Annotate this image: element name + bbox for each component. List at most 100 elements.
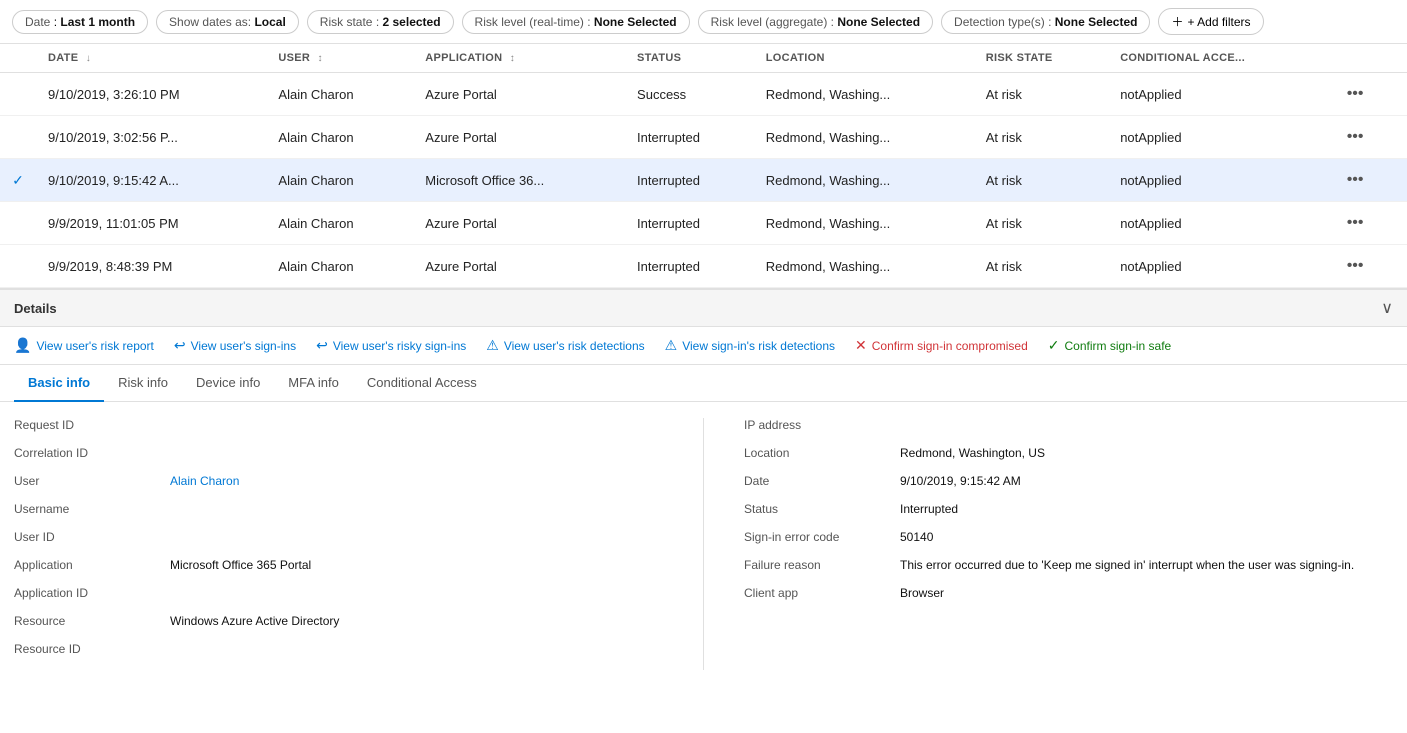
detail-value: 50140 (900, 530, 1393, 544)
check-mark-icon: ✓ (12, 172, 24, 188)
risk-state-filter[interactable]: Risk state : 2 selected (307, 10, 454, 34)
risk-state-column-header[interactable]: RISK STATE (974, 44, 1108, 73)
detail-row: Client appBrowser (744, 586, 1393, 600)
table-row[interactable]: ✓9/10/2019, 9:15:42 A...Alain CharonMicr… (0, 159, 1407, 202)
application-cell: Microsoft Office 36... (413, 159, 625, 202)
sign-ins-table-container: DATE ↓ USER ↕ APPLICATION ↕ STATUS LOCAT… (0, 44, 1407, 288)
row-ellipsis-button[interactable]: ••• (1341, 255, 1370, 277)
date-cell: 9/9/2019, 11:01:05 PM (36, 202, 266, 245)
status-column-header[interactable]: STATUS (625, 44, 754, 73)
table-row[interactable]: 9/9/2019, 11:01:05 PMAlain CharonAzure P… (0, 202, 1407, 245)
sign-ins-table: DATE ↓ USER ↕ APPLICATION ↕ STATUS LOCAT… (0, 44, 1407, 288)
detail-label: Client app (744, 586, 884, 600)
detail-label: Status (744, 502, 884, 516)
row-checkbox[interactable] (0, 202, 36, 245)
location-cell: Redmond, Washing... (754, 159, 974, 202)
status-cell: Success (625, 73, 754, 116)
view-sign-in-detections-icon: ⚠ (665, 337, 678, 354)
detail-value[interactable]: Alain Charon (170, 474, 663, 488)
detail-label: Application ID (14, 586, 154, 600)
conditional-access-cell: notApplied (1108, 116, 1329, 159)
show-dates-filter[interactable]: Show dates as: Local (156, 10, 299, 34)
action-confirm-compromised[interactable]: ✕Confirm sign-in compromised (855, 337, 1028, 354)
detail-row: Date9/10/2019, 9:15:42 AM (744, 474, 1393, 488)
detection-types-filter[interactable]: Detection type(s) : None Selected (941, 10, 1150, 34)
action-confirm-safe[interactable]: ✓Confirm sign-in safe (1048, 337, 1171, 354)
detail-label: User (14, 474, 154, 488)
action-view-risky-sign-ins[interactable]: ↩View user's risky sign-ins (316, 337, 466, 354)
location-column-header[interactable]: LOCATION (754, 44, 974, 73)
row-checkbox[interactable]: ✓ (0, 159, 36, 202)
row-actions-cell[interactable]: ••• (1329, 159, 1407, 202)
row-checkbox[interactable] (0, 245, 36, 288)
detail-value (170, 502, 663, 516)
detail-row: Sign-in error code 50140 (744, 530, 1393, 544)
detail-left-col: Request IDCorrelation IDUserAlain Charon… (14, 418, 663, 670)
row-ellipsis-button[interactable]: ••• (1341, 126, 1370, 148)
tab-conditional-access[interactable]: Conditional Access (353, 365, 491, 402)
row-checkbox[interactable] (0, 73, 36, 116)
detail-label: Correlation ID (14, 446, 154, 460)
row-ellipsis-button[interactable]: ••• (1341, 83, 1370, 105)
tab-risk-info[interactable]: Risk info (104, 365, 182, 402)
tab-mfa-info[interactable]: MFA info (274, 365, 353, 402)
conditional-access-column-header[interactable]: CONDITIONAL ACCE... (1108, 44, 1329, 73)
detail-row: Application ID (14, 586, 663, 600)
action-view-sign-in-detections[interactable]: ⚠View sign-in's risk detections (665, 337, 835, 354)
status-cell: Interrupted (625, 116, 754, 159)
view-sign-ins-icon: ↩ (174, 337, 186, 354)
user-cell: Alain Charon (266, 202, 413, 245)
action-bar: 👤View user's risk report ↩View user's sig… (0, 327, 1407, 365)
table-row[interactable]: 9/10/2019, 3:26:10 PMAlain CharonAzure P… (0, 73, 1407, 116)
detail-label: User ID (14, 530, 154, 544)
risk-level-realtime-filter[interactable]: Risk level (real-time) : None Selected (462, 10, 690, 34)
detail-value (170, 418, 663, 432)
details-header[interactable]: Details ∨ (0, 290, 1407, 327)
table-row[interactable]: 9/10/2019, 3:02:56 P...Alain CharonAzure… (0, 116, 1407, 159)
application-column-header[interactable]: APPLICATION ↕ (413, 44, 625, 73)
conditional-access-cell: notApplied (1108, 73, 1329, 116)
details-chevron-icon: ∨ (1381, 298, 1393, 318)
view-risk-detections-label: View user's risk detections (504, 339, 645, 353)
confirm-safe-label: Confirm sign-in safe (1065, 339, 1172, 353)
row-actions-cell[interactable]: ••• (1329, 73, 1407, 116)
user-cell: Alain Charon (266, 159, 413, 202)
date-column-header[interactable]: DATE ↓ (36, 44, 266, 73)
view-risky-sign-ins-label: View user's risky sign-ins (333, 339, 466, 353)
row-actions-cell[interactable]: ••• (1329, 116, 1407, 159)
action-view-sign-ins[interactable]: ↩View user's sign-ins (174, 337, 296, 354)
row-actions-cell[interactable]: ••• (1329, 245, 1407, 288)
detail-row: LocationRedmond, Washington, US (744, 446, 1393, 460)
view-risk-report-label: View user's risk report (36, 339, 153, 353)
confirm-compromised-icon: ✕ (855, 337, 867, 354)
detail-content: Request IDCorrelation IDUserAlain Charon… (0, 402, 1407, 686)
detail-row: Correlation ID (14, 446, 663, 460)
detail-value: 9/10/2019, 9:15:42 AM (900, 474, 1393, 488)
user-column-header[interactable]: USER ↕ (266, 44, 413, 73)
add-filters-button[interactable]: ＋ + Add filters (1158, 8, 1263, 35)
status-cell: Interrupted (625, 245, 754, 288)
action-view-risk-report[interactable]: 👤View user's risk report (14, 337, 154, 354)
status-cell: Interrupted (625, 202, 754, 245)
tab-device-info[interactable]: Device info (182, 365, 274, 402)
action-view-risk-detections[interactable]: ⚠View user's risk detections (486, 337, 644, 354)
select-all-header[interactable] (0, 44, 36, 73)
detail-row: Failure reasonThis error occurred due to… (744, 558, 1393, 572)
risk-level-aggregate-filter[interactable]: Risk level (aggregate) : None Selected (698, 10, 933, 34)
row-actions-cell[interactable]: ••• (1329, 202, 1407, 245)
row-ellipsis-button[interactable]: ••• (1341, 212, 1370, 234)
date-cell: 9/9/2019, 8:48:39 PM (36, 245, 266, 288)
tab-basic-info[interactable]: Basic info (14, 365, 104, 402)
location-cell: Redmond, Washing... (754, 202, 974, 245)
actions-column-header (1329, 44, 1407, 73)
detail-row: User ID (14, 530, 663, 544)
add-filters-icon: ＋ (1171, 13, 1183, 30)
date-filter[interactable]: Date : Last 1 month (12, 10, 148, 34)
detail-label: Username (14, 502, 154, 516)
row-ellipsis-button[interactable]: ••• (1341, 169, 1370, 191)
detail-label: Sign-in error code (744, 530, 884, 544)
application-cell: Azure Portal (413, 202, 625, 245)
detail-label: Resource ID (14, 642, 154, 656)
table-row[interactable]: 9/9/2019, 8:48:39 PMAlain CharonAzure Po… (0, 245, 1407, 288)
row-checkbox[interactable] (0, 116, 36, 159)
